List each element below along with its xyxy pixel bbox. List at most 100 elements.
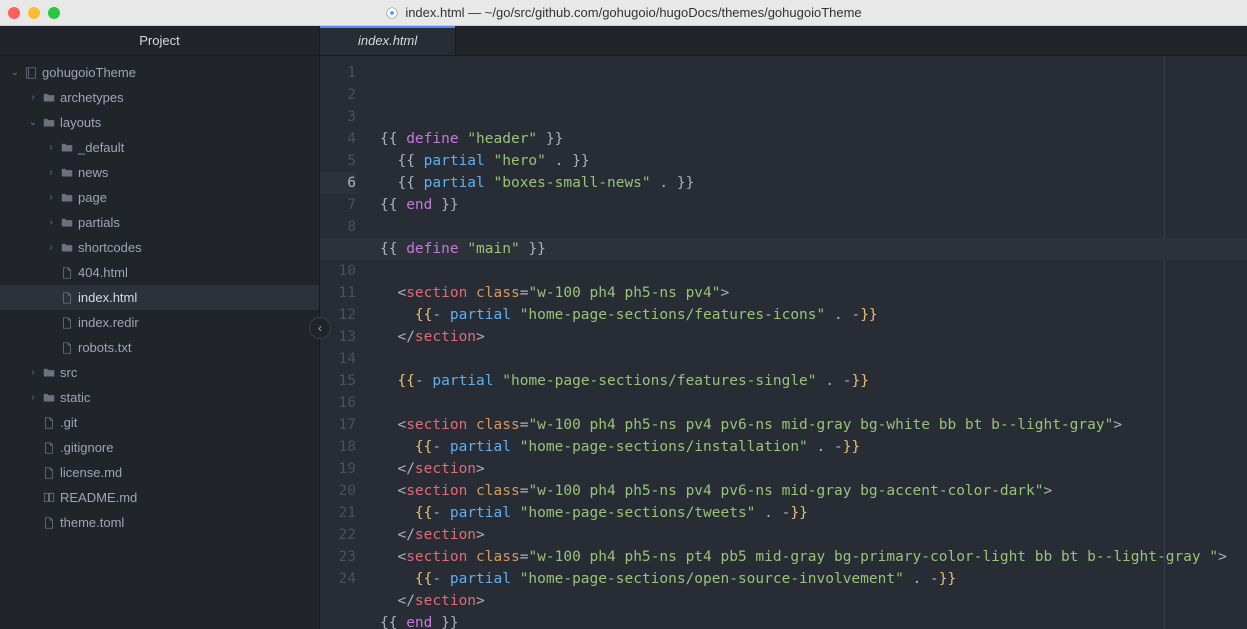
tree-item-layouts[interactable]: ⌄ layouts (0, 110, 319, 135)
folder-icon (58, 191, 76, 205)
line-number[interactable]: 18 (320, 436, 356, 458)
line-number[interactable]: 10 (320, 260, 356, 282)
code-line[interactable]: {{- partial "home-page-sections/features… (374, 304, 1247, 326)
tree-item-page[interactable]: › page (0, 185, 319, 210)
app-icon (385, 6, 399, 20)
tree-item-theme-toml[interactable]: theme.toml (0, 510, 319, 535)
tree-item--gitignore[interactable]: .gitignore (0, 435, 319, 460)
tree-item-label: .gitignore (58, 440, 113, 455)
tree-item--default[interactable]: ›_default (0, 135, 319, 160)
tree-item-label: archetypes (58, 90, 124, 105)
chevron-right-icon[interactable]: › (26, 392, 40, 403)
chevron-right-icon[interactable]: › (44, 142, 58, 153)
maximize-window-button[interactable] (48, 7, 60, 19)
code-line[interactable]: {{- partial "home-page-sections/tweets" … (374, 502, 1247, 524)
file-tree[interactable]: ⌄ gohugoioTheme › archetypes ⌄ layouts ›_defau… (0, 56, 319, 629)
code-line[interactable]: <section class="w-100 ph4 ph5-ns pt4 pb5… (374, 546, 1247, 568)
code-line[interactable]: </section> (374, 590, 1247, 612)
line-number[interactable]: 1 (320, 62, 356, 84)
code-line[interactable]: {{ define "main" }} (374, 238, 1247, 260)
line-number[interactable]: 8 (320, 216, 356, 238)
line-number[interactable]: 6 (320, 172, 356, 194)
code-line[interactable]: {{ partial "boxes-small-news" . }} (374, 172, 1247, 194)
line-number[interactable]: 15 (320, 370, 356, 392)
chevron-right-icon[interactable]: › (44, 242, 58, 253)
code-content[interactable]: {{ define "header" }} {{ partial "hero" … (374, 56, 1247, 629)
tree-item-404-html[interactable]: 404.html (0, 260, 319, 285)
tree-item-robots-txt[interactable]: robots.txt (0, 335, 319, 360)
tree-item-readme-md[interactable]: README.md (0, 485, 319, 510)
tree-item-index-html[interactable]: index.html (0, 285, 319, 310)
chevron-down-icon[interactable]: ⌄ (26, 117, 40, 128)
collapse-sidebar-button[interactable]: ‹ (309, 317, 331, 339)
tree-item-label: static (58, 390, 90, 405)
chevron-right-icon[interactable]: › (44, 192, 58, 203)
code-line[interactable]: </section> (374, 524, 1247, 546)
line-number[interactable]: 4 (320, 128, 356, 150)
line-number[interactable]: 7 (320, 194, 356, 216)
line-number[interactable]: 2 (320, 84, 356, 106)
code-line[interactable]: {{- partial "home-page-sections/open-sou… (374, 568, 1247, 590)
file-icon (58, 291, 76, 305)
chevron-right-icon[interactable]: › (26, 367, 40, 378)
tree-item-license-md[interactable]: license.md (0, 460, 319, 485)
editor-pane: index.html 12345678910111213141516171819… (320, 26, 1247, 629)
code-line[interactable]: {{ end }} (374, 194, 1247, 216)
tree-item-gohugoiotheme[interactable]: ⌄ gohugoioTheme (0, 60, 319, 85)
tree-item--git[interactable]: .git (0, 410, 319, 435)
line-number[interactable]: 24 (320, 568, 356, 590)
code-line[interactable]: </section> (374, 326, 1247, 348)
code-line[interactable]: {{- partial "home-page-sections/features… (374, 370, 1247, 392)
line-number[interactable]: 16 (320, 392, 356, 414)
code-line[interactable]: <section class="w-100 ph4 ph5-ns pv4 pv6… (374, 480, 1247, 502)
tree-item-label: index.html (76, 290, 137, 305)
folder-icon (40, 91, 58, 105)
code-line[interactable] (374, 392, 1247, 414)
line-number[interactable]: 19 (320, 458, 356, 480)
file-icon (58, 341, 76, 355)
code-line[interactable]: {{ define "header" }} (374, 128, 1247, 150)
line-number[interactable]: 23 (320, 546, 356, 568)
line-number[interactable]: 17 (320, 414, 356, 436)
tree-item-shortcodes[interactable]: ›shortcodes (0, 235, 319, 260)
code-line[interactable] (374, 216, 1247, 238)
file-icon (40, 466, 58, 480)
tree-item-news[interactable]: ›news (0, 160, 319, 185)
tree-item-label: gohugoioTheme (40, 65, 136, 80)
minimize-window-button[interactable] (28, 7, 40, 19)
window-title-text: index.html — ~/go/src/github.com/gohugoi… (405, 5, 861, 20)
line-number[interactable]: 22 (320, 524, 356, 546)
tree-item-index-redir[interactable]: index.redir (0, 310, 319, 335)
code-editor[interactable]: 123456789101112131415161718192021222324 … (320, 56, 1247, 629)
chevron-right-icon[interactable]: › (44, 167, 58, 178)
chevron-right-icon[interactable]: › (44, 217, 58, 228)
line-number[interactable]: 14 (320, 348, 356, 370)
close-window-button[interactable] (8, 7, 20, 19)
file-icon (58, 266, 76, 280)
tree-item-archetypes[interactable]: › archetypes (0, 85, 319, 110)
tree-item-label: layouts (58, 115, 101, 130)
code-line[interactable] (374, 260, 1247, 282)
line-number[interactable]: 21 (320, 502, 356, 524)
tab-index-html[interactable]: index.html (320, 26, 456, 55)
folder-icon (58, 241, 76, 255)
tree-item-label: src (58, 365, 77, 380)
line-number[interactable]: 5 (320, 150, 356, 172)
line-number[interactable]: 20 (320, 480, 356, 502)
line-number[interactable]: 11 (320, 282, 356, 304)
tab-label: index.html (358, 33, 417, 48)
code-line[interactable]: {{- partial "home-page-sections/installa… (374, 436, 1247, 458)
chevron-down-icon[interactable]: ⌄ (8, 67, 22, 78)
code-line[interactable]: </section> (374, 458, 1247, 480)
chevron-right-icon[interactable]: › (26, 92, 40, 103)
code-line[interactable]: {{ partial "hero" . }} (374, 150, 1247, 172)
tree-item-src[interactable]: › src (0, 360, 319, 385)
code-line[interactable]: <section class="w-100 ph4 ph5-ns pv4 pv6… (374, 414, 1247, 436)
code-line[interactable]: {{ end }} (374, 612, 1247, 629)
code-line[interactable]: <section class="w-100 ph4 ph5-ns pv4"> (374, 282, 1247, 304)
line-number[interactable]: 3 (320, 106, 356, 128)
tree-item-static[interactable]: › static (0, 385, 319, 410)
tree-item-label: page (76, 190, 107, 205)
code-line[interactable] (374, 348, 1247, 370)
tree-item-partials[interactable]: ›partials (0, 210, 319, 235)
